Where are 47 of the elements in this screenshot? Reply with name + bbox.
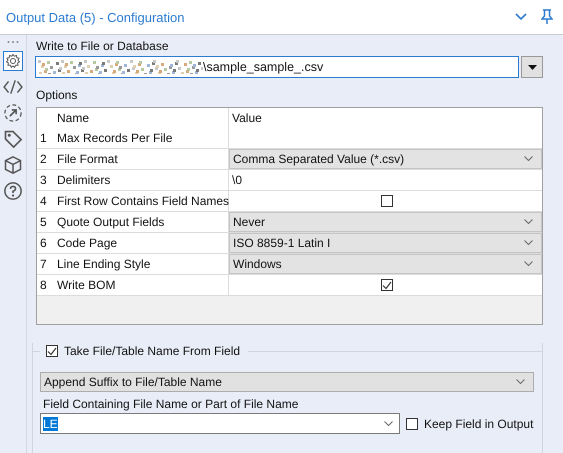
- row-number: 5: [39, 214, 48, 231]
- settings-icon[interactable]: [3, 51, 23, 71]
- mode-dropdown[interactable]: Append Suffix to File/Table Name: [40, 372, 534, 392]
- code-icon[interactable]: [3, 77, 23, 97]
- window-title: Output Data (5) - Configuration: [6, 10, 186, 24]
- dropdown-button[interactable]: [521, 56, 543, 78]
- checkbox[interactable]: [46, 345, 58, 357]
- row-number: 2: [39, 151, 48, 168]
- column-header: Value: [231, 110, 263, 127]
- row-number: 1: [39, 130, 48, 147]
- row-number: 4: [39, 193, 48, 210]
- field-dropdown[interactable]: LE: [40, 413, 400, 434]
- checkbox-label: Take File/Table Name From Field: [64, 344, 240, 358]
- field-label: Field Containing File Name or Part of File Name: [43, 397, 300, 411]
- chevron-icon: [524, 240, 533, 246]
- checkbox[interactable]: [406, 418, 418, 430]
- section-label: Options: [36, 88, 78, 102]
- value-dropdown[interactable]: Never: [229, 212, 542, 232]
- chevron-icon: [524, 156, 533, 162]
- chevron-icon[interactable]: [515, 13, 527, 21]
- pin-icon[interactable]: [541, 9, 553, 25]
- file-path-field[interactable]: \sample_sample_.csv: [35, 56, 519, 78]
- triangle-icon: [528, 64, 536, 70]
- value-dropdown[interactable]: Comma Separated Value (*.csv): [229, 149, 542, 169]
- field-label: Write to File or Database: [36, 39, 170, 53]
- value-dropdown[interactable]: ISO 8859-1 Latin I: [229, 233, 542, 253]
- option-name: First Row Contains Field Names: [57, 191, 229, 211]
- row-number: 6: [39, 235, 48, 252]
- checkbox[interactable]: [381, 195, 393, 207]
- checkbox-label: Keep Field in Output: [424, 416, 534, 430]
- value-dropdown[interactable]: Windows: [229, 254, 542, 274]
- grip-icon[interactable]: [7, 39, 19, 45]
- chevron-icon: [384, 420, 393, 426]
- row-number: 8: [39, 277, 48, 294]
- option-name: Write BOM: [57, 275, 229, 295]
- value-cell[interactable]: \0: [229, 170, 542, 190]
- help-icon[interactable]: [3, 181, 23, 201]
- chevron-icon: [524, 219, 533, 225]
- tag-icon[interactable]: [3, 129, 23, 149]
- row-number: 3: [39, 172, 48, 189]
- row-number: 7: [39, 256, 48, 273]
- option-name: Max Records Per File: [57, 128, 229, 148]
- cube-icon[interactable]: [3, 155, 23, 175]
- chevron-icon: [524, 261, 533, 267]
- option-name: Delimiters: [57, 170, 229, 190]
- checkbox[interactable]: [381, 279, 393, 291]
- chevron-icon: [516, 379, 525, 385]
